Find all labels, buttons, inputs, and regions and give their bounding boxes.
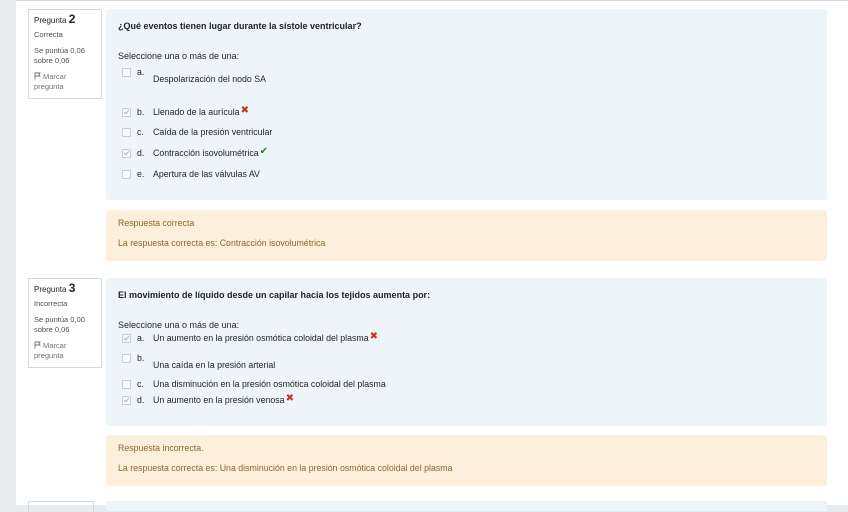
question-number: 3 — [68, 281, 76, 295]
question-state: Incorrecta — [34, 299, 68, 308]
answer-option[interactable]: d. Contracción isovolumétrica ✔ — [118, 146, 268, 162]
question-formulation-2: ¿Qué eventos tienen lugar durante la sís… — [106, 9, 827, 200]
option-text: Apertura de las válvulas AV — [153, 169, 260, 179]
answer-option[interactable]: d. Un aumento en la presión venosa ✖ — [118, 393, 294, 409]
answer-option[interactable]: a. Un aumento en la presión osmótica col… — [118, 331, 379, 347]
question-formulation-next — [106, 501, 827, 511]
option-letter: a. — [137, 67, 145, 77]
question-label: Pregunta — [34, 285, 67, 294]
quiz-review-page: Pregunta 2 Correcta Se puntúa 0,06 sobre… — [16, 0, 848, 512]
feedback-status: Respuesta correcta — [118, 218, 195, 228]
option-text: Un aumento en la presión osmótica coloid… — [153, 333, 369, 343]
option-text: Contracción isovolumétrica — [153, 148, 259, 158]
correct-icon: ✔ — [259, 146, 268, 157]
answer-checkbox[interactable] — [122, 354, 131, 363]
answer-option[interactable]: e. Apertura de las válvulas AV — [118, 169, 260, 183]
answer-checkbox[interactable] — [122, 68, 131, 77]
option-text: Una disminución en la presión osmótica c… — [153, 379, 386, 389]
answer-checkbox[interactable] — [122, 149, 131, 158]
option-text: Un aumento en la presión venosa — [153, 395, 285, 405]
option-letter: d. — [137, 148, 145, 158]
answer-option[interactable]: b. Una caída en la presión arterial — [118, 353, 276, 370]
question-info-2: Pregunta 2 Correcta Se puntúa 0,06 sobre… — [28, 9, 102, 99]
question-grade: Se puntúa 0,00 sobre 0,06 — [34, 315, 85, 334]
answer-prompt: Seleccione una o más de una: — [118, 320, 240, 330]
question-text: ¿Qué eventos tienen lugar durante la sís… — [118, 21, 362, 31]
option-text: Llenado de la aurícula — [153, 107, 240, 117]
flag-icon — [34, 72, 41, 80]
answer-checkbox[interactable] — [122, 170, 131, 179]
answer-option[interactable]: b. Llenado de la aurícula ✖ — [118, 105, 249, 121]
answer-checkbox[interactable] — [122, 380, 131, 389]
option-letter: a. — [137, 333, 145, 343]
answer-checkbox[interactable] — [122, 128, 131, 137]
incorrect-icon: ✖ — [240, 105, 249, 116]
question-state: Correcta — [34, 30, 63, 39]
answer-checkbox[interactable] — [122, 108, 131, 117]
incorrect-icon: ✖ — [369, 331, 379, 342]
flag-question-link[interactable]: Marcar pregunta — [34, 72, 96, 92]
option-letter: b. — [137, 107, 145, 117]
question-text: El movimiento de líquido desde un capila… — [118, 290, 431, 300]
option-text: Una caída en la presión arterial — [153, 360, 276, 370]
question-info-next — [28, 501, 94, 512]
feedback-box-3: Respuesta incorrecta. La respuesta corre… — [106, 435, 827, 486]
feedback-status: Respuesta incorrecta. — [118, 443, 204, 453]
option-letter: c. — [137, 127, 144, 137]
option-letter: d. — [137, 395, 145, 405]
feedback-right-answer: La respuesta correcta es: Una disminució… — [118, 463, 453, 473]
flag-question-link[interactable]: Marcar pregunta — [34, 341, 96, 361]
flag-icon — [34, 341, 41, 349]
question-label: Pregunta — [34, 16, 67, 25]
answer-checkbox[interactable] — [122, 334, 131, 343]
question-grade: Se puntúa 0,06 sobre 0,06 — [34, 46, 85, 65]
question-formulation-3: El movimiento de líquido desde un capila… — [106, 278, 827, 426]
answer-checkbox[interactable] — [122, 396, 131, 405]
option-letter: e. — [137, 169, 145, 179]
answer-option[interactable]: a. Despolarización del nodo SA — [118, 67, 266, 84]
option-letter: b. — [137, 353, 145, 363]
feedback-box-2: Respuesta correcta La respuesta correcta… — [106, 210, 827, 261]
answer-option[interactable]: c. Caída de la presión ventricular — [118, 127, 272, 141]
answer-option[interactable]: c. Una disminución en la presión osmótic… — [118, 379, 386, 393]
question-info-3: Pregunta 3 Incorrecta Se puntúa 0,00 sob… — [28, 278, 102, 368]
feedback-right-answer: La respuesta correcta es: Contracción is… — [118, 238, 326, 248]
option-letter: c. — [137, 379, 144, 389]
option-text: Despolarización del nodo SA — [153, 74, 266, 84]
answer-prompt: Seleccione una o más de una: — [118, 51, 240, 61]
question-number: 2 — [68, 12, 76, 26]
incorrect-icon: ✖ — [285, 393, 294, 404]
option-text: Caída de la presión ventricular — [153, 127, 273, 137]
